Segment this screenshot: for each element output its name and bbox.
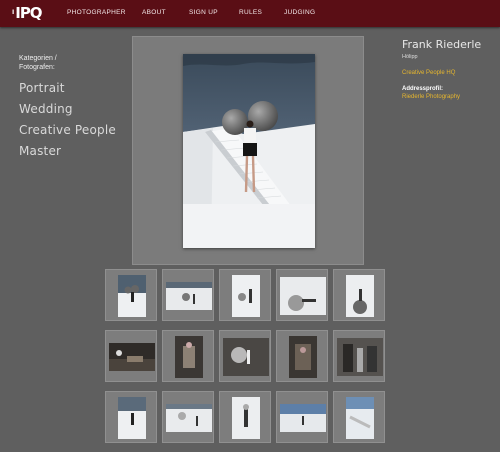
thumbnail[interactable] — [105, 330, 157, 382]
address-profile-label: Addressprofil: — [402, 86, 444, 92]
thumbnail[interactable] — [105, 391, 157, 443]
category-link[interactable]: Creative People HQ — [402, 70, 455, 76]
nav-rules[interactable]: RULES — [239, 9, 262, 16]
thumbnail[interactable] — [105, 269, 157, 321]
category-master[interactable]: Master — [19, 144, 61, 158]
thumbnail[interactable] — [162, 269, 214, 321]
thumbnail[interactable] — [162, 330, 214, 382]
categories-label: Kategorien / Fotografen: — [19, 55, 57, 71]
photographer-subtitle: Hölipp — [402, 54, 418, 60]
thumbnail[interactable] — [333, 330, 385, 382]
logo-prefix: I — [12, 9, 15, 16]
thumbnail[interactable] — [162, 391, 214, 443]
nav-about[interactable]: ABOUT — [142, 9, 166, 16]
nav-judging[interactable]: JUDGING — [284, 9, 315, 16]
category-portrait[interactable]: Portrait — [19, 81, 65, 95]
category-wedding[interactable]: Wedding — [19, 102, 73, 116]
logo-text: IPQ — [15, 4, 42, 22]
thumbnail[interactable] — [276, 391, 328, 443]
main-photo[interactable] — [183, 54, 315, 248]
nav-sign-up[interactable]: SIGN UP — [189, 9, 218, 16]
nav-photographer[interactable]: PHOTOGRAPHER — [67, 9, 126, 16]
thumbnail[interactable] — [219, 391, 271, 443]
top-navigation-bar: IIPQ PHOTOGRAPHER ABOUT SIGN UP RULES JU… — [0, 0, 500, 27]
category-creative-people[interactable]: Creative People — [19, 123, 116, 137]
thumbnail[interactable] — [333, 391, 385, 443]
thumbnail[interactable] — [333, 269, 385, 321]
thumbnail[interactable] — [219, 269, 271, 321]
address-profile-link[interactable]: Riederle Photography — [402, 94, 460, 100]
thumbnail[interactable] — [276, 269, 328, 321]
photographer-name: Frank Riederle — [402, 38, 482, 51]
main-image-frame — [132, 36, 364, 265]
thumbnail[interactable] — [276, 330, 328, 382]
site-logo[interactable]: IIPQ — [12, 4, 43, 22]
thumbnail[interactable] — [219, 330, 271, 382]
